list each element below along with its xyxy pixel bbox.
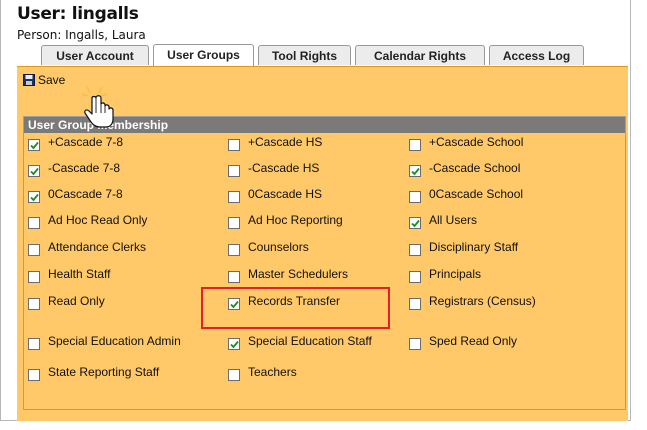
group-item-label: -Cascade School <box>429 161 521 175</box>
group-item[interactable]: 0Cascade HS <box>228 187 413 203</box>
page-title: User: lingalls <box>17 4 139 24</box>
group-checkbox[interactable] <box>228 165 240 177</box>
tab-calendar-rights[interactable]: Calendar Rights <box>355 45 485 65</box>
check-icon <box>230 340 239 349</box>
group-item-label: Health Staff <box>48 267 111 281</box>
group-item[interactable]: 0Cascade School <box>409 187 609 203</box>
group-checkbox[interactable] <box>409 191 421 203</box>
group-checkbox[interactable] <box>228 244 240 256</box>
group-checkbox[interactable] <box>409 298 421 310</box>
group-checkbox[interactable] <box>28 244 40 256</box>
group-item-label: Principals <box>429 267 482 281</box>
group-item-label: Disciplinary Staff <box>429 240 519 254</box>
group-item[interactable]: Attendance Clerks <box>28 240 213 256</box>
group-checkbox[interactable] <box>409 271 421 283</box>
group-item-label: Ad Hoc Read Only <box>48 213 148 227</box>
group-item-label: Teachers <box>248 365 297 379</box>
group-item[interactable]: Principals <box>409 267 609 283</box>
group-item-label: -Cascade HS <box>248 161 320 175</box>
group-checkbox[interactable] <box>28 217 40 229</box>
group-item[interactable]: +Cascade School <box>409 135 609 151</box>
group-checkbox[interactable] <box>409 139 421 151</box>
group-item[interactable]: Teachers <box>228 365 413 381</box>
group-item[interactable]: All Users <box>409 213 609 229</box>
group-checkbox[interactable] <box>228 217 240 229</box>
group-item[interactable]: -Cascade 7-8 <box>28 161 213 177</box>
group-checkbox[interactable] <box>28 165 40 177</box>
group-item-label: Sped Read Only <box>429 334 518 348</box>
group-checkbox[interactable] <box>228 369 240 381</box>
group-item-label: -Cascade 7-8 <box>48 161 121 175</box>
group-item-label: Read Only <box>48 294 105 308</box>
group-item-label: State Reporting Staff <box>48 365 160 379</box>
group-item-label: +Cascade HS <box>248 135 323 149</box>
group-item-label: 0Cascade HS <box>248 187 323 201</box>
group-item-label: Ad Hoc Reporting <box>248 213 343 227</box>
group-item[interactable]: Health Staff <box>28 267 213 283</box>
group-item-label: Special Education Staff <box>248 334 372 348</box>
group-checkbox[interactable] <box>28 271 40 283</box>
group-item-label: +Cascade 7-8 <box>48 135 124 149</box>
group-checkbox[interactable] <box>228 271 240 283</box>
tab-tool-rights[interactable]: Tool Rights <box>258 45 351 65</box>
check-icon <box>411 219 420 228</box>
group-item[interactable]: +Cascade HS <box>228 135 413 151</box>
group-item-label: Registrars (Census) <box>429 294 536 308</box>
group-item[interactable]: Master Schedulers <box>228 267 413 283</box>
group-checkbox[interactable] <box>28 338 40 350</box>
check-icon <box>411 167 420 176</box>
user-group-membership: User Group Membership +Cascade 7-8 +Casca… <box>23 116 626 410</box>
group-item-label: All Users <box>429 213 478 227</box>
group-item[interactable]: Read Only <box>28 294 213 310</box>
group-item[interactable]: +Cascade 7-8 <box>28 135 213 151</box>
group-checkbox[interactable] <box>409 338 421 350</box>
check-icon <box>30 193 39 202</box>
tab-access-log[interactable]: Access Log <box>489 45 584 65</box>
group-item-label: Master Schedulers <box>248 267 349 281</box>
group-item[interactable]: Counselors <box>228 240 413 256</box>
group-item[interactable]: Disciplinary Staff <box>409 240 609 256</box>
save-disk-icon <box>23 74 35 86</box>
group-item[interactable]: State Reporting Staff <box>28 365 213 381</box>
group-checkbox[interactable] <box>409 217 421 229</box>
group-checkbox[interactable] <box>228 191 240 203</box>
group-item[interactable]: Special Education Admin <box>28 334 213 350</box>
group-item[interactable]: Sped Read Only <box>409 334 609 350</box>
group-item[interactable]: Ad Hoc Read Only <box>28 213 213 229</box>
tab-user-groups[interactable]: User Groups <box>153 44 254 66</box>
group-checkbox[interactable] <box>409 165 421 177</box>
group-item-label: 0Cascade 7-8 <box>48 187 123 201</box>
group-item[interactable]: -Cascade HS <box>228 161 413 177</box>
group-item[interactable]: -Cascade School <box>409 161 609 177</box>
group-checkbox[interactable] <box>28 369 40 381</box>
group-checkbox[interactable] <box>228 139 240 151</box>
group-item[interactable]: 0Cascade 7-8 <box>28 187 213 203</box>
tab-user-account[interactable]: User Account <box>41 45 149 65</box>
group-checkbox[interactable] <box>228 338 240 350</box>
group-item[interactable]: Special Education Staff <box>228 334 413 350</box>
group-checkbox[interactable] <box>409 244 421 256</box>
group-checkbox[interactable] <box>28 139 40 151</box>
check-icon <box>30 141 39 150</box>
group-checkbox[interactable] <box>28 298 40 310</box>
group-item[interactable]: Ad Hoc Reporting <box>228 213 413 229</box>
group-item-label: Attendance Clerks <box>48 240 147 254</box>
check-icon <box>30 167 39 176</box>
person-name: Person: Ingalls, Laura <box>17 28 146 42</box>
group-item-label: 0Cascade School <box>429 187 524 201</box>
hand-pointer-cursor-icon <box>81 86 114 128</box>
records-transfer-highlight <box>201 287 390 329</box>
group-item-label: +Cascade School <box>429 135 524 149</box>
group-item[interactable]: Registrars (Census) <box>409 294 609 310</box>
save-label: Save <box>38 73 66 87</box>
group-item-label: Counselors <box>248 240 309 254</box>
save-button[interactable]: Save <box>23 71 65 89</box>
group-item-label: Special Education Admin <box>48 334 181 348</box>
group-checkbox[interactable] <box>28 191 40 203</box>
user-groups-panel: Save User Group Membership +Cascade 7-8 +… <box>17 66 628 421</box>
